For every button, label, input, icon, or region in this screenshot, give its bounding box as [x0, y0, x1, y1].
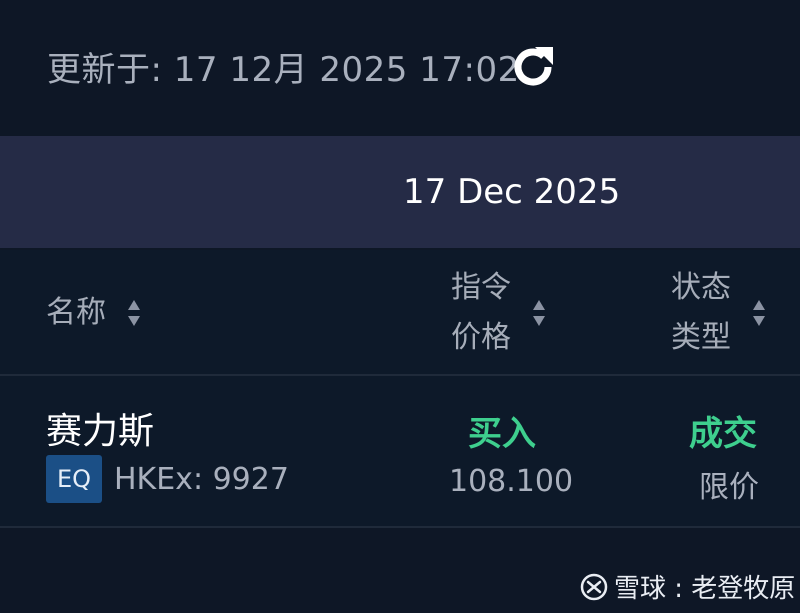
stock-name: 赛力斯 — [46, 411, 155, 452]
sort-arrows-icon[interactable] — [128, 300, 140, 326]
column-header-name-label: 名称 — [46, 295, 106, 330]
sort-arrows-icon[interactable] — [533, 300, 545, 326]
header-bar: 更新于: 17 12月 2025 17:02 — [0, 0, 800, 134]
date-group-header — [0, 136, 800, 248]
column-header-status[interactable]: 状态 类型 — [671, 263, 731, 363]
order-type: 限价 — [699, 470, 759, 505]
refresh-icon[interactable] — [508, 42, 558, 92]
order-side: 买入 — [468, 414, 536, 454]
snowball-logo-icon — [580, 573, 608, 600]
column-header-price-line1: 指令 — [451, 270, 511, 305]
date-group-label: 17 Dec 2025 — [403, 172, 621, 212]
watermark-text: 雪球 : 老登牧原 — [614, 574, 796, 604]
sort-arrows-icon[interactable] — [753, 300, 765, 326]
watermark: 雪球 : 老登牧原 — [580, 568, 795, 605]
asset-type-badge: EQ — [46, 455, 102, 503]
column-header-name[interactable]: 名称 — [46, 288, 106, 338]
column-header-price[interactable]: 指令 价格 — [451, 263, 511, 363]
column-header-status-line1: 状态 — [671, 270, 731, 305]
order-price: 108.100 — [449, 464, 574, 499]
order-status: 成交 — [689, 414, 757, 454]
column-header-price-line2: 价格 — [451, 320, 511, 355]
exchange-code: HKEx: 9927 — [114, 462, 289, 497]
last-updated-text: 更新于: 17 12月 2025 17:02 — [47, 50, 520, 90]
column-header-status-line2: 类型 — [671, 320, 731, 355]
